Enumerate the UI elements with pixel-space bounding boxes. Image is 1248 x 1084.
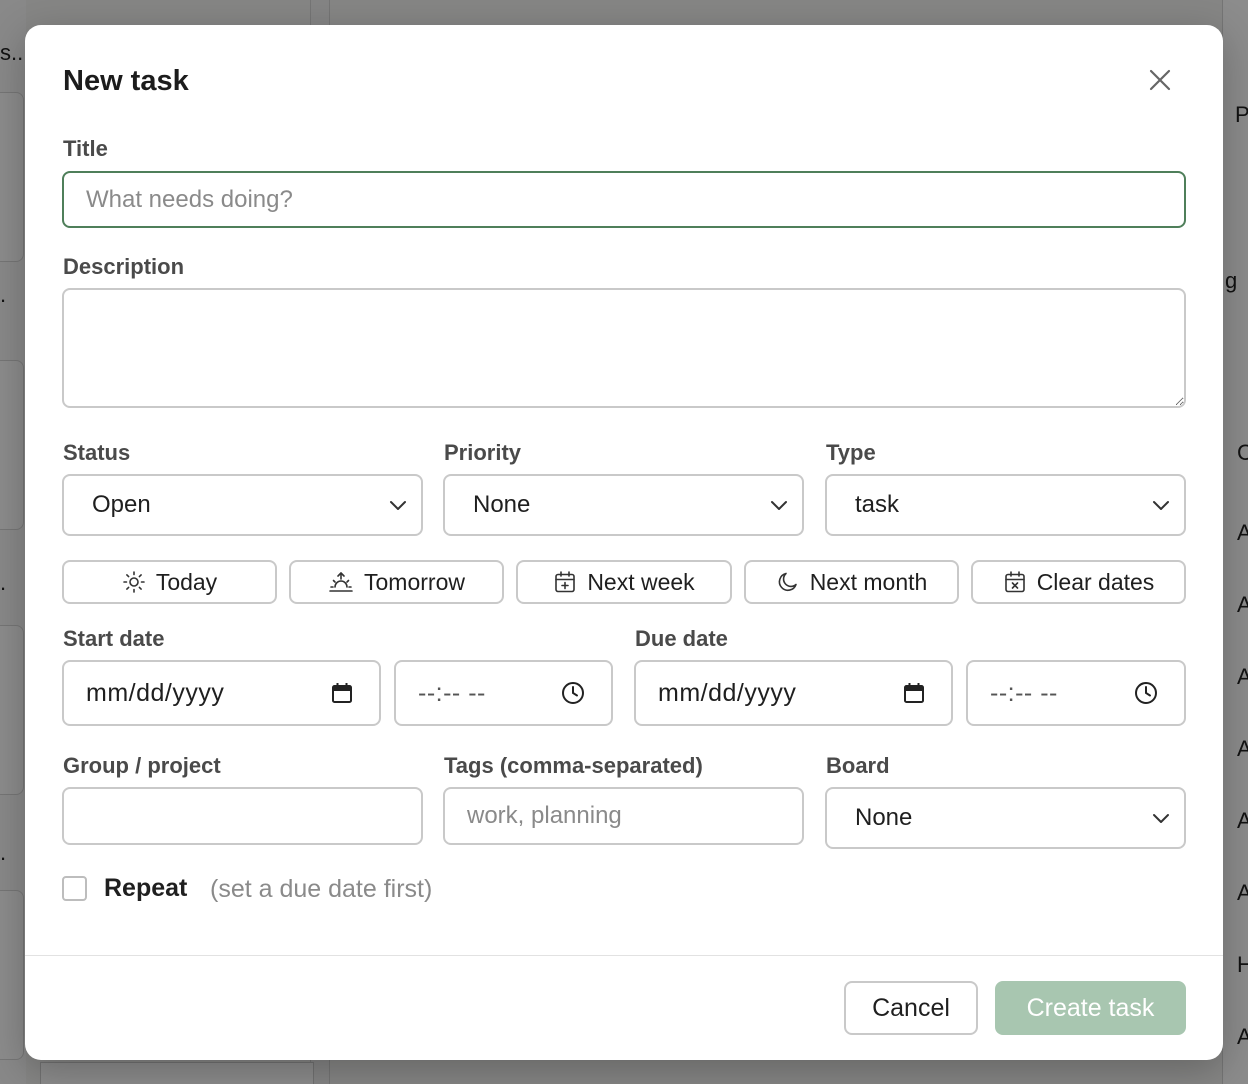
cancel-button[interactable]: Cancel [844, 981, 978, 1035]
calendar-icon[interactable] [331, 682, 353, 704]
repeat-hint: (set a due date first) [210, 875, 433, 903]
clear-dates-button-label: Clear dates [1036, 568, 1155, 595]
moon-icon [778, 572, 797, 591]
new-task-dialog: New task Title Description Status Open P… [25, 25, 1223, 1060]
board-label: Board [826, 753, 890, 778]
description-label: Description [63, 254, 185, 279]
priority-select[interactable]: None [443, 474, 804, 536]
tags-label: Tags (comma-separated) [444, 753, 703, 778]
due-date-placeholder: mm/dd/yyyy [658, 678, 797, 707]
create-task-button[interactable]: Create task [995, 981, 1186, 1035]
chevron-down-icon [1153, 814, 1169, 823]
calendar-icon[interactable] [903, 682, 925, 704]
today-button[interactable]: Today [62, 560, 277, 604]
start-time-input[interactable]: --:-- -- [394, 660, 613, 726]
type-label: Type [826, 440, 876, 465]
calendar-x-icon [1004, 571, 1025, 593]
calendar-plus-icon [555, 571, 576, 593]
dialog-title: New task [63, 65, 189, 97]
repeat-checkbox[interactable] [62, 876, 87, 901]
description-textarea[interactable] [62, 288, 1186, 408]
priority-label: Priority [444, 440, 522, 465]
tomorrow-button-label: Tomorrow [364, 568, 465, 595]
sunrise-icon [329, 572, 353, 592]
board-select[interactable]: None [825, 787, 1186, 849]
group-label: Group / project [63, 753, 221, 778]
clock-icon[interactable] [561, 681, 585, 705]
board-select-value: None [855, 804, 913, 831]
next-week-button[interactable]: Next week [516, 560, 732, 604]
today-button-label: Today [155, 568, 218, 595]
footer-divider [25, 955, 1223, 956]
due-date-label: Due date [635, 626, 728, 651]
due-date-input[interactable]: mm/dd/yyyy [634, 660, 953, 726]
start-time-placeholder: --:-- -- [418, 678, 486, 707]
title-input[interactable] [62, 171, 1186, 228]
close-button[interactable] [1141, 61, 1179, 99]
group-input[interactable] [62, 787, 423, 845]
priority-select-value: None [473, 491, 531, 518]
chevron-down-icon [771, 501, 787, 510]
start-date-label: Start date [63, 626, 165, 651]
type-select[interactable]: task [825, 474, 1186, 536]
next-month-button[interactable]: Next month [744, 560, 959, 604]
status-label: Status [63, 440, 131, 465]
type-select-value: task [855, 491, 900, 518]
clear-dates-button[interactable]: Clear dates [971, 560, 1186, 604]
title-label: Title [63, 136, 108, 161]
next-week-button-label: Next week [587, 568, 695, 595]
next-month-button-label: Next month [809, 568, 928, 595]
due-time-input[interactable]: --:-- -- [966, 660, 1186, 726]
tags-input[interactable] [443, 787, 804, 845]
due-time-placeholder: --:-- -- [990, 678, 1058, 707]
chevron-down-icon [390, 501, 406, 510]
start-date-input[interactable]: mm/dd/yyyy [62, 660, 381, 726]
repeat-label[interactable]: Repeat [104, 874, 187, 903]
chevron-down-icon [1153, 501, 1169, 510]
status-select-value: Open [92, 491, 151, 518]
tomorrow-button[interactable]: Tomorrow [289, 560, 504, 604]
close-icon [1149, 69, 1171, 91]
clock-icon[interactable] [1134, 681, 1158, 705]
start-date-placeholder: mm/dd/yyyy [86, 678, 225, 707]
sun-icon [123, 571, 145, 593]
status-select[interactable]: Open [62, 474, 423, 536]
